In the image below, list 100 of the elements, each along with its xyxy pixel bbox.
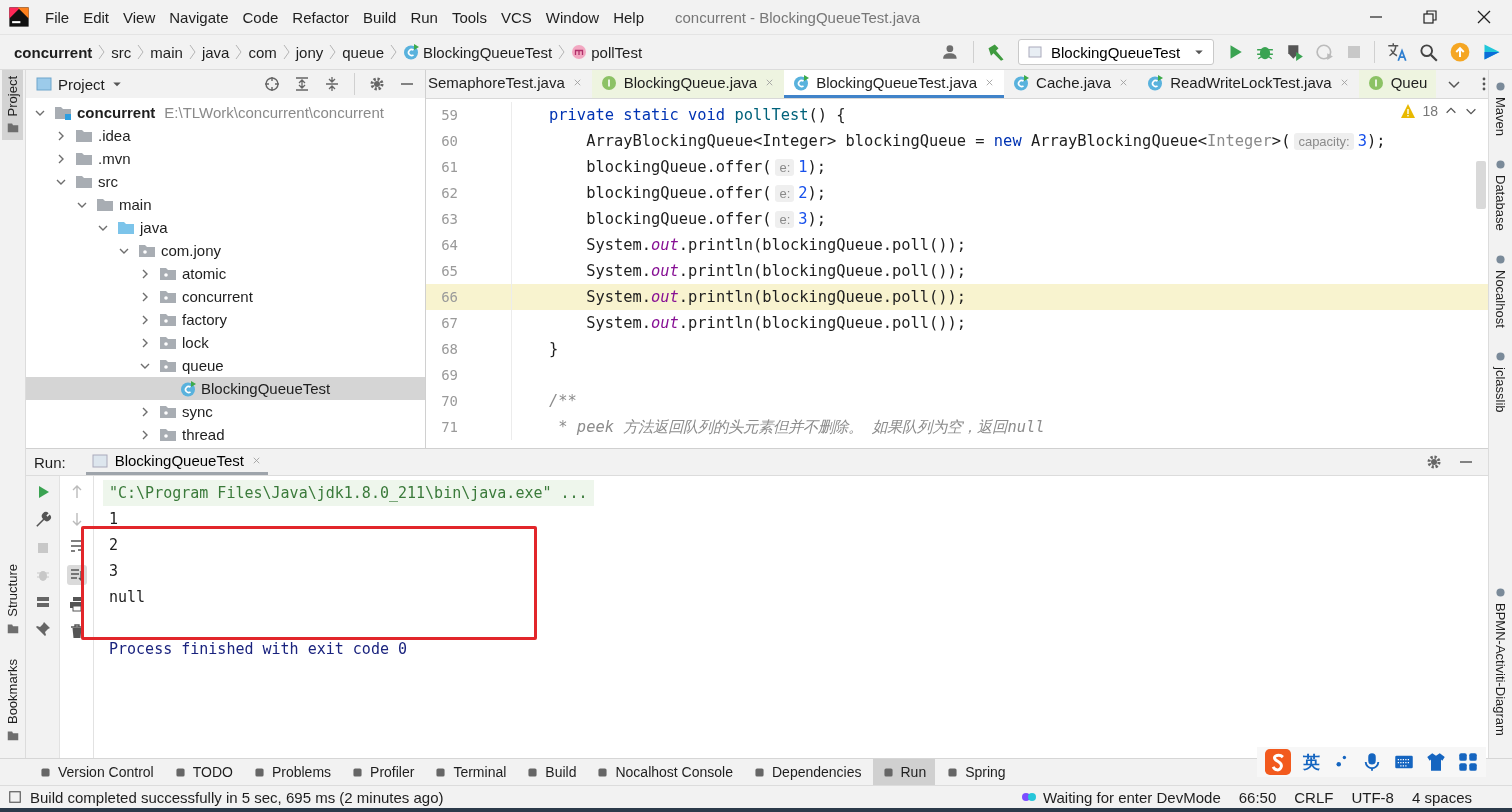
editor-tab[interactable]: Cache.java: [1004, 70, 1139, 98]
editor-tab[interactable]: ReadWriteLockTest.java: [1138, 70, 1359, 98]
tool-window-tab[interactable]: Run: [872, 759, 936, 785]
code-line: System.out.println(blockingQueue.poll());: [585, 262, 967, 280]
panel-title: Project: [58, 75, 105, 93]
menu-item[interactable]: Build: [356, 8, 404, 26]
console-line: Process finished with exit code 0: [108, 639, 408, 660]
breadcrumb[interactable]: concurrent: [14, 43, 93, 61]
tree-item[interactable]: thread: [26, 423, 425, 446]
code-line: System.out.println(blockingQueue.poll());: [585, 288, 967, 306]
tool-window-button[interactable]: jclasslib: [1490, 343, 1511, 418]
status-item[interactable]: Waiting for enter DevMode: [1020, 788, 1221, 806]
line-number: 60: [440, 133, 458, 149]
window-title: concurrent - BlockingQueueTest.java: [675, 8, 921, 26]
tool-window-tab[interactable]: Dependencies: [744, 759, 871, 785]
line-number: 59: [440, 107, 458, 123]
breadcrumb[interactable]: java: [201, 43, 230, 61]
editor-tab[interactable]: SemaphoreTest.java: [426, 70, 592, 98]
project-path: E:\TLWork\concurrent\concurrent: [164, 104, 384, 121]
code-line: System.out.println(blockingQueue.poll());: [585, 236, 967, 254]
breadcrumb[interactable]: src: [111, 43, 132, 61]
editor-tab[interactable]: BlockingQueueTest.java: [784, 70, 1005, 98]
line-number: 64: [440, 237, 458, 253]
line-number: 65: [440, 263, 458, 279]
code-line: }: [548, 340, 559, 358]
tree-item[interactable]: queue: [26, 354, 425, 377]
console-line: 1: [108, 509, 120, 530]
tool-window-button[interactable]: Maven: [1490, 74, 1511, 143]
tree-item[interactable]: atomic: [26, 262, 425, 285]
code-line: System.out.println(blockingQueue.poll());: [585, 314, 967, 332]
console-line: 2: [108, 535, 120, 556]
tree-item[interactable]: lock: [26, 331, 425, 354]
tool-window-button[interactable]: Nocalhost: [1490, 246, 1511, 334]
tool-window-button[interactable]: Database: [1490, 152, 1511, 237]
menu-item[interactable]: Navigate: [162, 8, 236, 26]
tool-window-tab[interactable]: Problems: [243, 759, 341, 785]
menu-item[interactable]: Refactor: [285, 8, 357, 26]
menu-item[interactable]: Run: [403, 8, 445, 26]
line-number: 63: [440, 211, 458, 227]
console-line: 3: [108, 561, 120, 582]
menu-item[interactable]: Window: [538, 8, 607, 26]
menu-item[interactable]: VCS: [493, 8, 539, 26]
line-number: 69: [440, 367, 458, 383]
tree-item[interactable]: .mvn: [26, 147, 425, 170]
status-item[interactable]: 4 spaces: [1411, 788, 1472, 806]
code-line: blockingQueue.offer( e: 2);: [585, 184, 827, 202]
breadcrumb[interactable]: jony: [295, 43, 324, 61]
tree-item[interactable]: src: [26, 170, 425, 193]
breadcrumb[interactable]: main: [150, 43, 183, 61]
tree-item[interactable]: main: [26, 193, 425, 216]
tool-window-tab[interactable]: Terminal: [425, 759, 516, 785]
code-line: blockingQueue.offer( e: 3);: [585, 210, 827, 228]
line-number: 67: [440, 315, 458, 331]
line-number: 68: [440, 341, 458, 357]
status-item[interactable]: 66:50: [1238, 788, 1277, 806]
tree-item[interactable]: concurrent: [26, 285, 425, 308]
tool-window-button[interactable]: Bookmarks: [2, 652, 23, 748]
editor-tab[interactable]: BlockingQueue.java: [591, 70, 785, 98]
editor-tab[interactable]: Queu: [1358, 70, 1437, 98]
warning-counter[interactable]: 18: [1400, 103, 1478, 119]
status-item[interactable]: CRLF: [1294, 788, 1334, 806]
tool-window-tab[interactable]: Nocalhost Console: [587, 759, 742, 785]
tree-item[interactable]: java: [26, 216, 425, 239]
input-mode[interactable]: 英: [1303, 750, 1320, 774]
menu-item[interactable]: Edit: [76, 8, 117, 26]
tool-window-tab[interactable]: Version Control: [30, 759, 163, 785]
tool-window-button[interactable]: Project: [2, 70, 23, 141]
status-message: Build completed successfully in 5 sec, 695 ms (2 minutes ago): [30, 788, 444, 806]
tree-item[interactable]: .idea: [26, 124, 425, 147]
status-item[interactable]: UTF-8: [1351, 788, 1394, 806]
line-number: 66: [440, 289, 458, 305]
panel-title: Run:: [34, 453, 66, 471]
tool-window-tab[interactable]: Build: [517, 759, 586, 785]
tree-item[interactable]: com.jony: [26, 239, 425, 262]
menu-item[interactable]: View: [116, 8, 163, 26]
code-line: * peek 方法返回队列的头元素但并不删除。 如果队列为空，返回null: [557, 416, 1045, 438]
run-configuration-dropdown[interactable]: BlockingQueueTest: [1018, 39, 1214, 65]
console-tab[interactable]: BlockingQueueTest: [85, 449, 268, 475]
tree-item[interactable]: factory: [26, 308, 425, 331]
breadcrumb[interactable]: com: [248, 43, 277, 61]
tree-item[interactable]: BlockingQueueTest: [26, 377, 425, 400]
tool-window-tab[interactable]: Spring: [937, 759, 1015, 785]
menu-item[interactable]: Help: [606, 8, 652, 26]
tool-window-button[interactable]: Structure: [2, 558, 23, 641]
menu-item[interactable]: Code: [235, 8, 286, 26]
tree-item[interactable]: concurrent E:\TLWork\concurrent\concurrent: [26, 101, 425, 124]
tree-item[interactable]: sync: [26, 400, 425, 423]
line-number: 70: [440, 393, 458, 409]
breadcrumb[interactable]: queue: [342, 43, 384, 61]
line-number: 61: [440, 159, 458, 175]
menu-item[interactable]: Tools: [444, 8, 494, 26]
line-number: 62: [440, 185, 458, 201]
line-number: 71: [440, 419, 458, 435]
menu-item[interactable]: File: [38, 8, 77, 26]
tool-window-tab[interactable]: TODO: [164, 759, 242, 785]
tool-window-button[interactable]: BPMN-Activiti-Diagram: [1490, 580, 1511, 742]
tool-window-tab[interactable]: Profiler: [342, 759, 424, 785]
breadcrumb[interactable]: BlockingQueueTest: [403, 43, 553, 61]
console-line: null: [108, 587, 147, 608]
breadcrumb[interactable]: pollTest: [571, 43, 643, 61]
